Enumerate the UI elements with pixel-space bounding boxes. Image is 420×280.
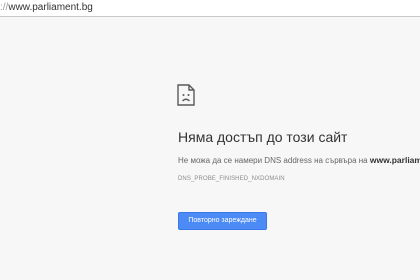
error-detail-domain: www.parliament.bg [369,155,420,165]
sad-page-icon [177,84,195,106]
error-detail-text: Не можа да се намери DNS address на сърв… [178,156,370,165]
error-code: DNS_PROBE_FINISHED_NXDOMAIN [178,176,285,182]
url-host: www.parliament.bg [8,2,93,13]
address-bar[interactable]: ://www.parliament.bg [0,0,420,17]
reload-button[interactable]: Повторно зареждане [178,212,267,230]
error-title: Няма достъп до този сайт [178,129,348,145]
address-url[interactable]: ://www.parliament.bg [0,2,93,14]
error-detail: Не можа да се намери DNS address на сърв… [178,154,420,167]
error-page: Няма достъп до този сайт Не можа да се н… [0,17,420,280]
